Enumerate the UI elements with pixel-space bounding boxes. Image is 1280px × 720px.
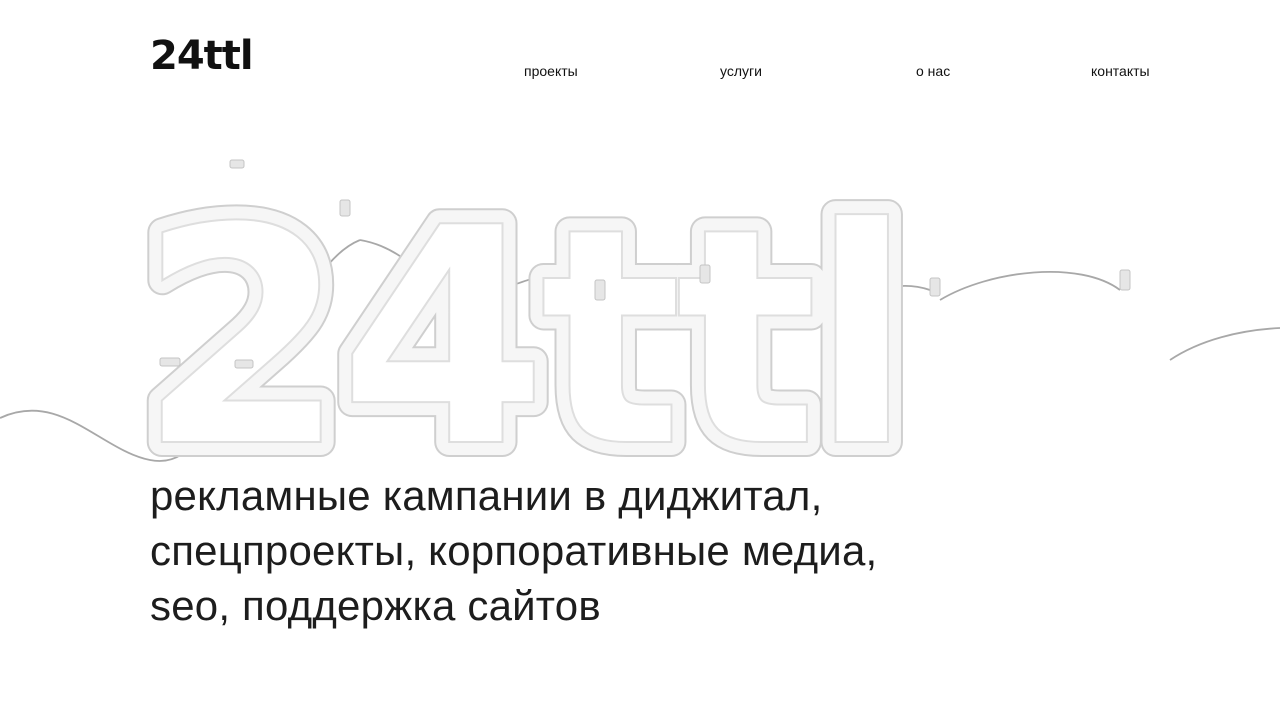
clip (234, 359, 254, 369)
nav-item-about[interactable]: о нас (916, 63, 950, 79)
tagline-line-2: спецпроекты, корпоративные медиа, (150, 527, 878, 574)
nav-item-services[interactable]: услуги (720, 63, 762, 79)
clip (1119, 269, 1131, 291)
page: 24ttl проекты услуги о нас контакты 24tt… (0, 0, 1280, 720)
nav-item-projects[interactable]: проекты (524, 63, 578, 79)
neon-sign-illustration: 24ttl 24ttl 24ttl (0, 150, 1280, 480)
clip (339, 199, 351, 217)
hero-tagline: рекламные кампании в диджитал, спецпроек… (150, 468, 1150, 633)
nav-item-contacts[interactable]: контакты (1091, 63, 1150, 79)
main-nav: проекты услуги о нас контакты (0, 63, 1280, 83)
clip (594, 279, 606, 301)
neon-sign-inner: 24ttl (138, 164, 905, 480)
clip (929, 277, 941, 297)
tagline-line-3: seo, поддержка сайтов (150, 582, 601, 629)
clip (159, 357, 181, 367)
clip (699, 264, 711, 284)
clip (229, 159, 245, 169)
tagline-line-1: рекламные кампании в диджитал, (150, 472, 823, 519)
